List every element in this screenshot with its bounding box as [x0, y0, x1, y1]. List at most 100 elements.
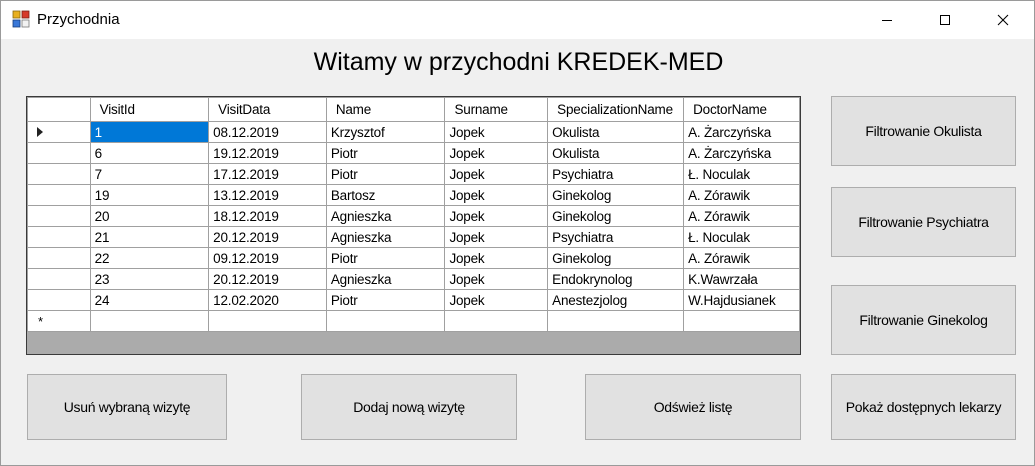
cell-visitid[interactable]: 20	[89, 205, 210, 227]
window-title: Przychodnia	[37, 11, 120, 28]
cell-visitid[interactable]: 19	[89, 184, 210, 206]
column-header-specialization[interactable]: SpecializationName	[547, 97, 685, 122]
new-row[interactable]: *	[27, 310, 800, 332]
show-doctors-button[interactable]: Pokaż dostępnych lekarzy	[831, 374, 1016, 440]
table-row[interactable]: 24 12.02.2020 Piotr Jopek Anestezjolog W…	[27, 289, 800, 311]
cell-name[interactable]: Piotr	[325, 289, 446, 311]
cell-visitdata[interactable]: 12.02.2020	[208, 289, 327, 311]
cell-visitdata[interactable]: 09.12.2019	[208, 247, 327, 269]
column-header-doctor[interactable]: DoctorName	[683, 97, 800, 122]
cell-name[interactable]	[325, 310, 446, 332]
cell-visitid[interactable]	[89, 310, 210, 332]
row-header[interactable]	[27, 142, 91, 164]
cell-name[interactable]: Piotr	[325, 163, 446, 185]
cell-doctor[interactable]: Ł. Noculak	[683, 163, 800, 185]
cell-name[interactable]: Piotr	[325, 142, 446, 164]
cell-specialization[interactable]: Ginekolog	[547, 184, 685, 206]
cell-visitdata[interactable]: 20.12.2019	[208, 226, 327, 248]
table-row[interactable]: 22 09.12.2019 Piotr Jopek Ginekolog A. Z…	[27, 247, 800, 269]
cell-name[interactable]: Agnieszka	[325, 226, 446, 248]
column-header-surname[interactable]: Surname	[444, 97, 549, 122]
table-row[interactable]: 1 08.12.2019 Krzysztof Jopek Okulista A.…	[27, 121, 800, 143]
table-row[interactable]: 6 19.12.2019 Piotr Jopek Okulista A. Żar…	[27, 142, 800, 164]
cell-surname[interactable]: Jopek	[444, 205, 549, 227]
cell-doctor[interactable]: A. Zórawik	[683, 247, 800, 269]
cell-specialization[interactable]: Anestezjolog	[547, 289, 685, 311]
cell-visitid[interactable]: 1	[89, 121, 210, 143]
cell-doctor[interactable]: W.Hajdusianek	[683, 289, 800, 311]
delete-visit-button[interactable]: Usuń wybraną wizytę	[27, 374, 227, 440]
cell-specialization[interactable]: Endokrynolog	[547, 268, 685, 290]
cell-name[interactable]: Bartosz	[325, 184, 446, 206]
cell-doctor[interactable]: A. Żarczyńska	[683, 121, 800, 143]
table-row[interactable]: 23 20.12.2019 Agnieszka Jopek Endokrynol…	[27, 268, 800, 290]
cell-surname[interactable]: Jopek	[444, 247, 549, 269]
column-header-name[interactable]: Name	[325, 97, 446, 122]
row-header[interactable]	[27, 289, 91, 311]
cell-visitdata[interactable]: 17.12.2019	[208, 163, 327, 185]
cell-doctor[interactable]: Ł. Noculak	[683, 226, 800, 248]
row-header[interactable]	[27, 268, 91, 290]
cell-specialization[interactable]	[547, 310, 685, 332]
cell-visitid[interactable]: 21	[89, 226, 210, 248]
row-header[interactable]	[27, 226, 91, 248]
cell-name[interactable]: Piotr	[325, 247, 446, 269]
table-row[interactable]: 19 13.12.2019 Bartosz Jopek Ginekolog A.…	[27, 184, 800, 206]
filter-psychiatra-button[interactable]: Filtrowanie Psychiatra	[831, 187, 1016, 257]
cell-visitdata[interactable]: 08.12.2019	[208, 121, 327, 143]
cell-specialization[interactable]: Psychiatra	[547, 163, 685, 185]
table-row[interactable]: 21 20.12.2019 Agnieszka Jopek Psychiatra…	[27, 226, 800, 248]
cell-surname[interactable]: Jopek	[444, 163, 549, 185]
row-header[interactable]	[27, 184, 91, 206]
cell-doctor[interactable]	[683, 310, 800, 332]
cell-visitid[interactable]: 6	[89, 142, 210, 164]
cell-visitid[interactable]: 24	[89, 289, 210, 311]
cell-doctor[interactable]: K.Wawrzała	[683, 268, 800, 290]
row-header[interactable]	[27, 247, 91, 269]
cell-visitid[interactable]: 7	[89, 163, 210, 185]
cell-specialization[interactable]: Okulista	[547, 142, 685, 164]
column-header-visitdata[interactable]: VisitData	[208, 97, 327, 122]
cell-specialization[interactable]: Psychiatra	[547, 226, 685, 248]
cell-name[interactable]: Krzysztof	[325, 121, 446, 143]
maximize-button[interactable]	[916, 1, 974, 39]
cell-visitdata[interactable]: 13.12.2019	[208, 184, 327, 206]
cell-name[interactable]: Agnieszka	[325, 205, 446, 227]
row-header[interactable]	[27, 163, 91, 185]
title-bar[interactable]: Przychodnia	[1, 1, 1034, 39]
filter-ginekolog-button[interactable]: Filtrowanie Ginekolog	[831, 285, 1016, 355]
row-header[interactable]	[27, 121, 91, 143]
row-header[interactable]: *	[27, 310, 91, 332]
table-row[interactable]: 7 17.12.2019 Piotr Jopek Psychiatra Ł. N…	[27, 163, 800, 185]
cell-name[interactable]: Agnieszka	[325, 268, 446, 290]
cell-surname[interactable]: Jopek	[444, 142, 549, 164]
row-header[interactable]	[27, 205, 91, 227]
cell-surname[interactable]: Jopek	[444, 184, 549, 206]
cell-specialization[interactable]: Ginekolog	[547, 205, 685, 227]
add-visit-button[interactable]: Dodaj nową wizytę	[301, 374, 517, 440]
corner-header[interactable]	[27, 97, 91, 122]
minimize-button[interactable]	[858, 1, 916, 39]
cell-surname[interactable]	[444, 310, 549, 332]
cell-visitid[interactable]: 22	[89, 247, 210, 269]
cell-specialization[interactable]: Okulista	[547, 121, 685, 143]
cell-surname[interactable]: Jopek	[444, 226, 549, 248]
cell-visitdata[interactable]: 20.12.2019	[208, 268, 327, 290]
column-header-visitid[interactable]: VisitId	[89, 97, 210, 122]
refresh-list-button[interactable]: Odśwież listę	[585, 374, 801, 440]
cell-visitdata[interactable]	[208, 310, 327, 332]
cell-visitid[interactable]: 23	[89, 268, 210, 290]
close-button[interactable]	[974, 1, 1032, 39]
filter-okulista-button[interactable]: Filtrowanie Okulista	[831, 96, 1016, 166]
cell-doctor[interactable]: A. Żarczyńska	[683, 142, 800, 164]
cell-surname[interactable]: Jopek	[444, 268, 549, 290]
cell-surname[interactable]: Jopek	[444, 289, 549, 311]
cell-visitdata[interactable]: 19.12.2019	[208, 142, 327, 164]
cell-visitdata[interactable]: 18.12.2019	[208, 205, 327, 227]
cell-doctor[interactable]: A. Zórawik	[683, 184, 800, 206]
visits-grid[interactable]: VisitId VisitData Name Surname Specializ…	[26, 96, 801, 355]
table-row[interactable]: 20 18.12.2019 Agnieszka Jopek Ginekolog …	[27, 205, 800, 227]
cell-surname[interactable]: Jopek	[444, 121, 549, 143]
cell-specialization[interactable]: Ginekolog	[547, 247, 685, 269]
cell-doctor[interactable]: A. Zórawik	[683, 205, 800, 227]
